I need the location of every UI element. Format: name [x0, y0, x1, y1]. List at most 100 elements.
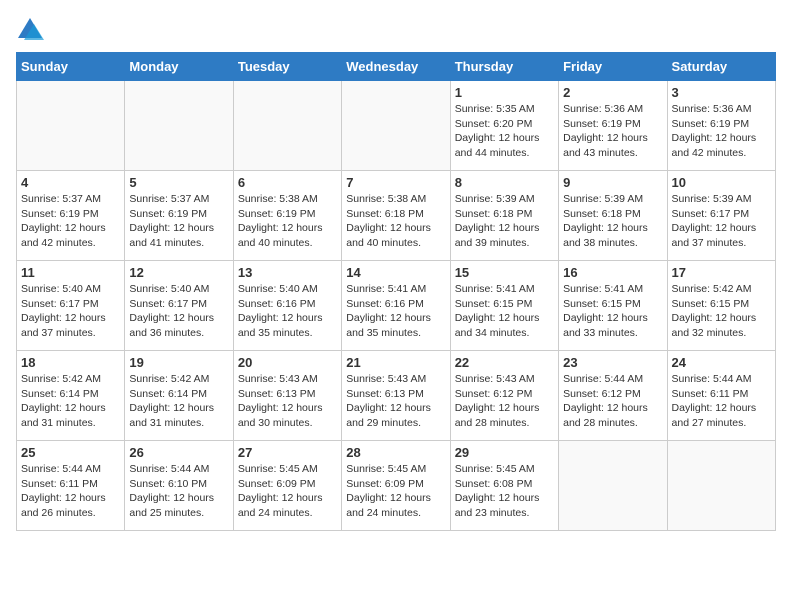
calendar-cell: 7 Sunrise: 5:38 AM Sunset: 6:18 PM Daylig… — [342, 171, 450, 261]
calendar-cell — [559, 441, 667, 531]
day-number: 18 — [21, 355, 120, 370]
day-number: 10 — [672, 175, 771, 190]
calendar-cell: 9 Sunrise: 5:39 AM Sunset: 6:18 PM Daylig… — [559, 171, 667, 261]
logo — [16, 16, 48, 44]
day-number: 17 — [672, 265, 771, 280]
day-number: 8 — [455, 175, 554, 190]
day-info: Sunrise: 5:39 AM Sunset: 6:18 PM Dayligh… — [455, 192, 554, 251]
day-info: Sunrise: 5:41 AM Sunset: 6:15 PM Dayligh… — [563, 282, 662, 341]
day-info: Sunrise: 5:42 AM Sunset: 6:15 PM Dayligh… — [672, 282, 771, 341]
day-info: Sunrise: 5:41 AM Sunset: 6:15 PM Dayligh… — [455, 282, 554, 341]
day-info: Sunrise: 5:38 AM Sunset: 6:19 PM Dayligh… — [238, 192, 337, 251]
day-number: 9 — [563, 175, 662, 190]
calendar-cell: 6 Sunrise: 5:38 AM Sunset: 6:19 PM Daylig… — [233, 171, 341, 261]
day-info: Sunrise: 5:37 AM Sunset: 6:19 PM Dayligh… — [129, 192, 228, 251]
day-info: Sunrise: 5:39 AM Sunset: 6:17 PM Dayligh… — [672, 192, 771, 251]
calendar-cell: 26 Sunrise: 5:44 AM Sunset: 6:10 PM Dayli… — [125, 441, 233, 531]
calendar-week-1: 4Sunrise: 5:37 AM Sunset: 6:19 PM Daylig… — [17, 171, 776, 261]
day-info: Sunrise: 5:44 AM Sunset: 6:10 PM Dayligh… — [129, 462, 228, 521]
calendar-cell: 28Sunrise: 5:45 AM Sunset: 6:09 PM Dayli… — [342, 441, 450, 531]
page-header — [16, 16, 776, 44]
logo-icon — [16, 16, 44, 44]
day-number: 16 — [563, 265, 662, 280]
calendar-header-row: SundayMondayTuesdayWednesdayThursdayFrid… — [17, 53, 776, 81]
calendar-cell: 21 Sunrise: 5:43 AM Sunset: 6:13 PM Dayli… — [342, 351, 450, 441]
calendar-cell: 14 Sunrise: 5:41 AM Sunset: 6:16 PM Dayli… — [342, 261, 450, 351]
day-info: Sunrise: 5:41 AM Sunset: 6:16 PM Dayligh… — [346, 282, 445, 341]
calendar-cell — [233, 81, 341, 171]
day-number: 7 — [346, 175, 445, 190]
calendar-cell — [667, 441, 775, 531]
day-number: 29 — [455, 445, 554, 460]
calendar-cell: 8 Sunrise: 5:39 AM Sunset: 6:18 PM Daylig… — [450, 171, 558, 261]
calendar-cell: 4Sunrise: 5:37 AM Sunset: 6:19 PM Daylig… — [17, 171, 125, 261]
calendar-cell: 5 Sunrise: 5:37 AM Sunset: 6:19 PM Daylig… — [125, 171, 233, 261]
calendar-week-2: 11 Sunrise: 5:40 AM Sunset: 6:17 PM Dayli… — [17, 261, 776, 351]
day-info: Sunrise: 5:43 AM Sunset: 6:13 PM Dayligh… — [346, 372, 445, 431]
day-number: 14 — [346, 265, 445, 280]
weekday-header-saturday: Saturday — [667, 53, 775, 81]
calendar-cell: 10 Sunrise: 5:39 AM Sunset: 6:17 PM Dayli… — [667, 171, 775, 261]
calendar-cell: 11 Sunrise: 5:40 AM Sunset: 6:17 PM Dayli… — [17, 261, 125, 351]
weekday-header-monday: Monday — [125, 53, 233, 81]
calendar-cell: 15 Sunrise: 5:41 AM Sunset: 6:15 PM Dayli… — [450, 261, 558, 351]
day-info: Sunrise: 5:40 AM Sunset: 6:17 PM Dayligh… — [21, 282, 120, 341]
calendar-cell: 1 Sunrise: 5:35 AM Sunset: 6:20 PM Daylig… — [450, 81, 558, 171]
calendar-table: SundayMondayTuesdayWednesdayThursdayFrid… — [16, 52, 776, 531]
day-info: Sunrise: 5:35 AM Sunset: 6:20 PM Dayligh… — [455, 102, 554, 161]
day-number: 2 — [563, 85, 662, 100]
calendar-cell: 25Sunrise: 5:44 AM Sunset: 6:11 PM Dayli… — [17, 441, 125, 531]
day-info: Sunrise: 5:43 AM Sunset: 6:13 PM Dayligh… — [238, 372, 337, 431]
day-info: Sunrise: 5:36 AM Sunset: 6:19 PM Dayligh… — [672, 102, 771, 161]
calendar-cell: 19 Sunrise: 5:42 AM Sunset: 6:14 PM Dayli… — [125, 351, 233, 441]
day-number: 3 — [672, 85, 771, 100]
calendar-cell: 12Sunrise: 5:40 AM Sunset: 6:17 PM Dayli… — [125, 261, 233, 351]
calendar-week-4: 25Sunrise: 5:44 AM Sunset: 6:11 PM Dayli… — [17, 441, 776, 531]
day-number: 22 — [455, 355, 554, 370]
day-info: Sunrise: 5:44 AM Sunset: 6:11 PM Dayligh… — [672, 372, 771, 431]
calendar-cell: 17 Sunrise: 5:42 AM Sunset: 6:15 PM Dayli… — [667, 261, 775, 351]
weekday-header-sunday: Sunday — [17, 53, 125, 81]
day-info: Sunrise: 5:39 AM Sunset: 6:18 PM Dayligh… — [563, 192, 662, 251]
day-info: Sunrise: 5:42 AM Sunset: 6:14 PM Dayligh… — [129, 372, 228, 431]
day-info: Sunrise: 5:45 AM Sunset: 6:09 PM Dayligh… — [238, 462, 337, 521]
day-number: 11 — [21, 265, 120, 280]
day-info: Sunrise: 5:38 AM Sunset: 6:18 PM Dayligh… — [346, 192, 445, 251]
day-info: Sunrise: 5:36 AM Sunset: 6:19 PM Dayligh… — [563, 102, 662, 161]
day-number: 12 — [129, 265, 228, 280]
day-info: Sunrise: 5:37 AM Sunset: 6:19 PM Dayligh… — [21, 192, 120, 251]
day-number: 13 — [238, 265, 337, 280]
calendar-cell: 24Sunrise: 5:44 AM Sunset: 6:11 PM Dayli… — [667, 351, 775, 441]
calendar-cell: 18 Sunrise: 5:42 AM Sunset: 6:14 PM Dayli… — [17, 351, 125, 441]
day-number: 26 — [129, 445, 228, 460]
day-number: 15 — [455, 265, 554, 280]
day-number: 27 — [238, 445, 337, 460]
day-number: 21 — [346, 355, 445, 370]
calendar-cell: 16 Sunrise: 5:41 AM Sunset: 6:15 PM Dayli… — [559, 261, 667, 351]
day-number: 1 — [455, 85, 554, 100]
calendar-week-3: 18 Sunrise: 5:42 AM Sunset: 6:14 PM Dayli… — [17, 351, 776, 441]
day-number: 6 — [238, 175, 337, 190]
calendar-body: 1 Sunrise: 5:35 AM Sunset: 6:20 PM Daylig… — [17, 81, 776, 531]
day-info: Sunrise: 5:44 AM Sunset: 6:11 PM Dayligh… — [21, 462, 120, 521]
day-number: 28 — [346, 445, 445, 460]
calendar-cell — [17, 81, 125, 171]
day-number: 23 — [563, 355, 662, 370]
weekday-header-tuesday: Tuesday — [233, 53, 341, 81]
day-number: 5 — [129, 175, 228, 190]
weekday-header-thursday: Thursday — [450, 53, 558, 81]
day-info: Sunrise: 5:45 AM Sunset: 6:08 PM Dayligh… — [455, 462, 554, 521]
weekday-header-friday: Friday — [559, 53, 667, 81]
day-info: Sunrise: 5:43 AM Sunset: 6:12 PM Dayligh… — [455, 372, 554, 431]
calendar-cell: 20Sunrise: 5:43 AM Sunset: 6:13 PM Dayli… — [233, 351, 341, 441]
calendar-cell: 29 Sunrise: 5:45 AM Sunset: 6:08 PM Dayli… — [450, 441, 558, 531]
day-number: 19 — [129, 355, 228, 370]
weekday-header-wednesday: Wednesday — [342, 53, 450, 81]
day-info: Sunrise: 5:40 AM Sunset: 6:16 PM Dayligh… — [238, 282, 337, 341]
calendar-cell: 3 Sunrise: 5:36 AM Sunset: 6:19 PM Daylig… — [667, 81, 775, 171]
day-info: Sunrise: 5:42 AM Sunset: 6:14 PM Dayligh… — [21, 372, 120, 431]
calendar-cell — [125, 81, 233, 171]
calendar-cell: 23 Sunrise: 5:44 AM Sunset: 6:12 PM Dayli… — [559, 351, 667, 441]
day-info: Sunrise: 5:44 AM Sunset: 6:12 PM Dayligh… — [563, 372, 662, 431]
calendar-cell: 27 Sunrise: 5:45 AM Sunset: 6:09 PM Dayli… — [233, 441, 341, 531]
